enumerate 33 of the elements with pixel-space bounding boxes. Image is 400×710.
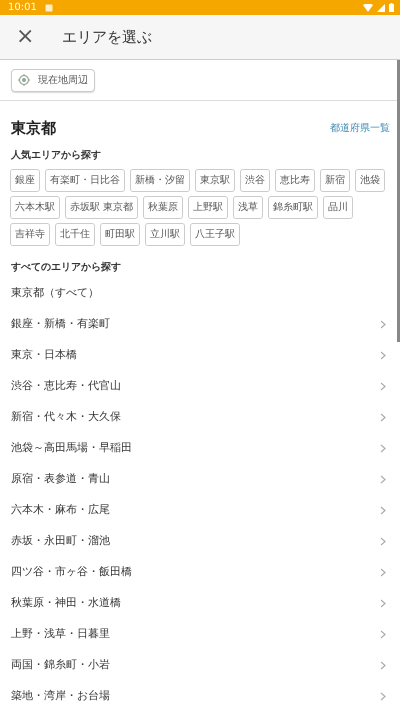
current-location-button[interactable]: 現在地周辺 — [11, 68, 95, 92]
area-chip[interactable]: 六本木駅 — [10, 196, 60, 219]
screen-title: エリアを選ぶ — [62, 26, 152, 48]
area-chip[interactable]: 有楽町・日比谷 — [45, 169, 125, 192]
area-chip[interactable]: 八王子駅 — [190, 223, 240, 246]
prefecture-name: 東京都 — [11, 118, 56, 139]
prefecture-list-link[interactable]: 都道府県一覧 — [330, 121, 390, 136]
area-chip[interactable]: 浅草 — [233, 196, 264, 219]
battery-icon — [389, 3, 394, 12]
area-chip[interactable]: 品川 — [323, 196, 354, 219]
area-chip[interactable]: 上野駅 — [188, 196, 228, 219]
area-chip[interactable]: 秋葉原 — [143, 196, 184, 219]
section-heading: すべてのエリアから探す — [10, 260, 122, 275]
notification-icon — [44, 4, 53, 12]
area-chip[interactable]: 恵比寿 — [275, 169, 315, 192]
area-chip[interactable]: 銀座 — [10, 169, 40, 192]
area-chip[interactable]: 新宿 — [320, 169, 350, 192]
status-time: 10:01 — [8, 1, 37, 15]
area-chip[interactable]: 吉祥寺 — [10, 223, 50, 246]
area-chip[interactable]: 赤坂駅 東京都 — [65, 196, 138, 219]
area-chip[interactable]: 町田駅 — [100, 223, 140, 246]
section-heading: 人気エリアから探す — [10, 148, 102, 163]
location-target-icon — [18, 74, 30, 86]
area-chip[interactable]: 立川駅 — [145, 223, 185, 246]
area-chip[interactable]: 渋谷 — [240, 169, 270, 192]
signal-icon — [377, 4, 385, 12]
area-chip[interactable]: 北千住 — [55, 223, 95, 246]
area-chip[interactable]: 東京駅 — [195, 169, 235, 192]
wifi-icon — [363, 4, 373, 12]
area-chip[interactable]: 新橋・汐留 — [130, 169, 190, 192]
area-chip[interactable]: 錦糸町駅 — [268, 196, 318, 219]
close-button[interactable]: × — [16, 26, 34, 48]
area-chip[interactable]: 池袋 — [355, 169, 385, 192]
